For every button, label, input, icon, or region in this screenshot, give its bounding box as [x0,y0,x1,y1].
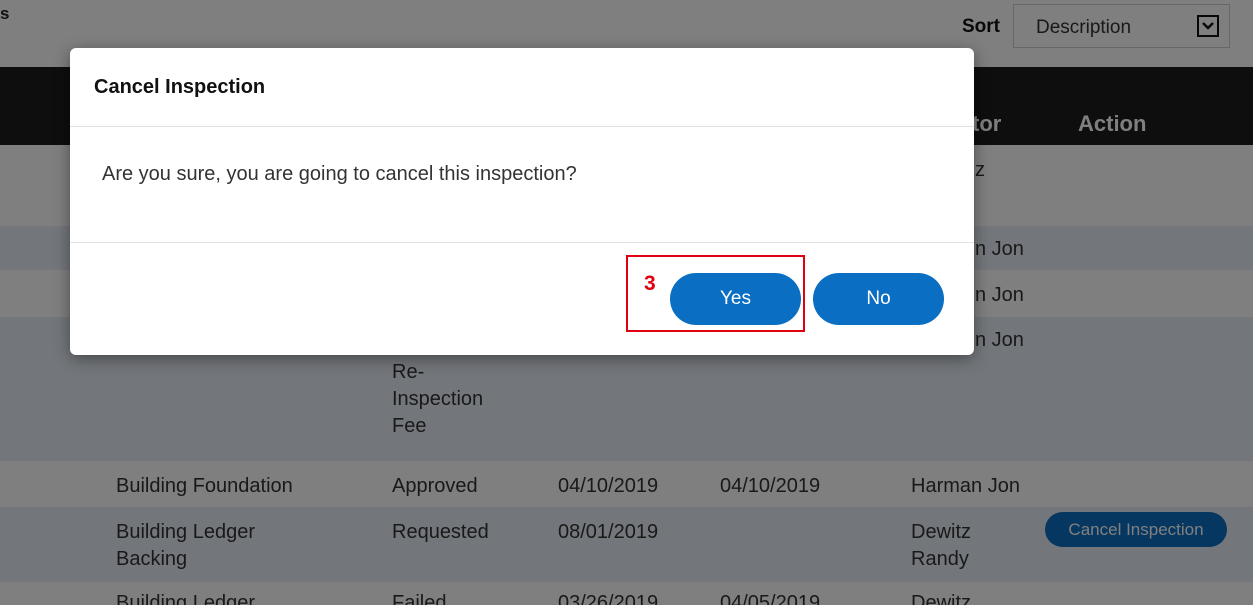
dialog-header-divider [70,126,974,127]
step-number-label: 3 [644,272,656,295]
dialog-message: Are you sure, you are going to cancel th… [102,163,577,185]
cancel-inspection-dialog: Cancel Inspection Are you sure, you are … [70,48,974,355]
dialog-footer-divider [70,242,974,243]
inspections-page: s Sort Description tor Action z n Jon n … [0,0,1253,605]
dialog-title: Cancel Inspection [94,76,266,98]
no-button[interactable]: No [813,273,944,325]
